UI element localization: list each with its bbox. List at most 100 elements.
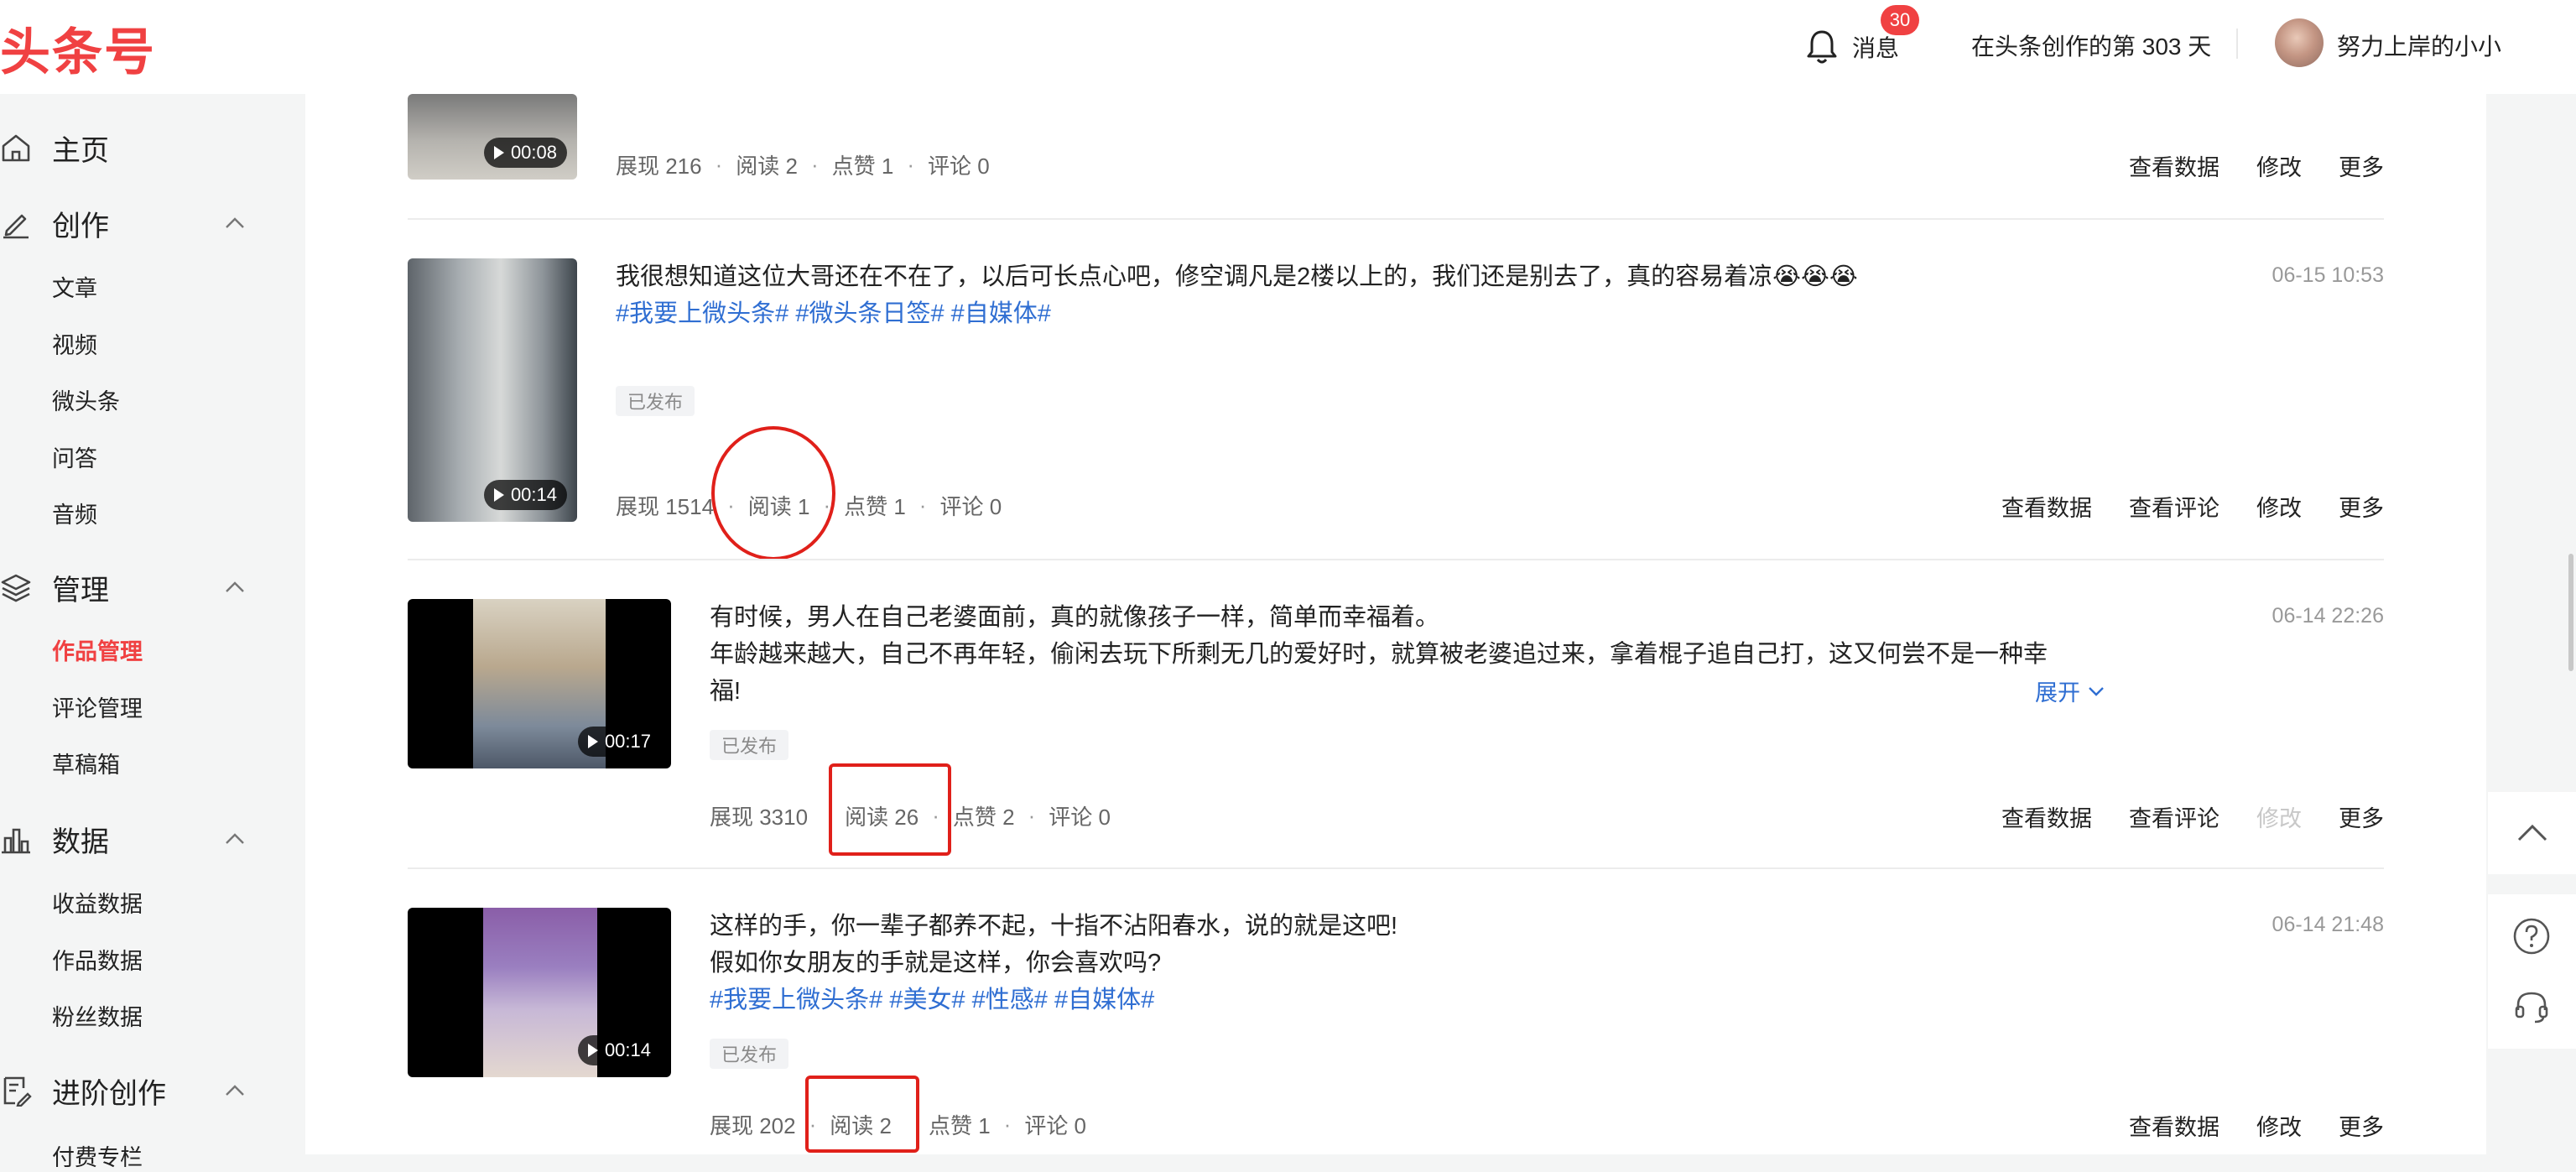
impressions: 展现 3310 [710, 805, 809, 830]
chevron-up-icon[interactable] [221, 826, 248, 852]
comments: 评论 0 [928, 154, 990, 179]
post-title[interactable]: 我很想知道这位大哥还在不在了，以后可长点心吧，修空调凡是2楼以上的，我们还是别去… [616, 258, 1958, 295]
post-tags[interactable]: #我要上微头条# #微头条日签# #自媒体# [616, 295, 1051, 332]
status-badge: 已发布 [616, 386, 695, 416]
sidebar-group-create[interactable]: 创作 [0, 198, 305, 248]
post-time: 06-14 21:48 [2272, 913, 2384, 936]
video-thumbnail[interactable]: 00:14 [408, 258, 577, 522]
sidebar-item-comments[interactable]: 评论管理 [52, 690, 143, 723]
edit-button[interactable]: 修改 [2256, 1109, 2302, 1142]
reads: 阅读 2 [736, 154, 798, 179]
post-actions: 查看数据 查看评论 修改 更多 [1965, 800, 2384, 833]
view-comments-button[interactable]: 查看评论 [2129, 490, 2220, 523]
username[interactable]: 努力上岸的小小 [2337, 29, 2501, 62]
layers-icon [1, 574, 31, 602]
home-icon [2, 134, 30, 162]
sidebar-item-work-data[interactable]: 作品数据 [52, 943, 143, 976]
sidebar-item-paid-column[interactable]: 付费专栏 [52, 1139, 143, 1172]
expand-button[interactable]: 展开 [2035, 675, 2107, 707]
divider [408, 218, 2384, 220]
divider [408, 559, 2384, 560]
creation-days: 在头条创作的第 303 天 [1971, 34, 2212, 60]
view-data-button[interactable]: 查看数据 [2129, 1109, 2220, 1142]
sidebar-label-advanced: 进阶创作 [52, 1077, 166, 1110]
avatar[interactable] [2275, 18, 2324, 67]
duration-badge: 00:08 [483, 138, 567, 168]
post-title[interactable]: 有时候，男人在自己老婆面前，真的就像孩子一样，简单而幸福着。 [710, 599, 2136, 636]
back-to-top-button[interactable] [2488, 792, 2576, 874]
works-list: 00:08 展现 216 · 阅读 2 · 点赞 1 · 评论 0 查看数据 修改 更… [305, 94, 2486, 1154]
post-time: 06-15 10:53 [2272, 263, 2384, 287]
comments: 评论 0 [1024, 1113, 1087, 1138]
play-icon [587, 735, 598, 748]
sidebar-item-qa[interactable]: 问答 [52, 440, 97, 473]
sidebar-item-video[interactable]: 视频 [52, 327, 97, 360]
sidebar-label-data: 数据 [52, 826, 109, 858]
sidebar-item-drafts[interactable]: 草稿箱 [52, 747, 120, 779]
chevron-up-icon [2517, 824, 2547, 841]
sidebar-label-create: 创作 [52, 210, 109, 242]
sidebar-item-article[interactable]: 文章 [52, 270, 97, 303]
more-button[interactable]: 更多 [2339, 800, 2384, 833]
scrollbar-thumb[interactable] [2568, 554, 2573, 671]
play-icon [587, 1044, 598, 1057]
impressions: 展现 1514 [616, 494, 715, 519]
post-stats: 展现 216 · 阅读 2 · 点赞 1 · 评论 0 [616, 149, 990, 180]
post-title[interactable]: 这样的手，你一辈子都养不起，十指不沾阳春水，说的就是这吧! [710, 908, 2136, 945]
headset-icon[interactable] [2511, 987, 2552, 1027]
sidebar-item-audio[interactable]: 音频 [52, 497, 97, 529]
duration-badge: 00:17 [577, 727, 661, 757]
expand-label: 展开 [2035, 680, 2080, 706]
view-data-button[interactable]: 查看数据 [2001, 800, 2092, 833]
annotation-rectangle [805, 1076, 919, 1153]
post-time: 06-14 22:26 [2272, 604, 2384, 628]
status-badge: 已发布 [710, 730, 789, 760]
annotation-circle [711, 426, 835, 560]
sidebar-item-fans[interactable]: 粉丝数据 [52, 999, 143, 1032]
chevron-up-icon[interactable] [221, 574, 248, 601]
comments: 评论 0 [939, 494, 1002, 519]
view-data-button[interactable]: 查看数据 [2129, 149, 2220, 182]
likes: 点赞 1 [831, 154, 894, 179]
chevron-up-icon[interactable] [221, 210, 248, 237]
post-body-line: 假如你女朋友的手就是这样，你会喜欢吗? [710, 950, 1162, 977]
post-actions: 查看数据 修改 更多 [2092, 149, 2384, 182]
view-data-button[interactable]: 查看数据 [2001, 490, 2092, 523]
messages-button[interactable]: 消息 30 [1802, 5, 1919, 72]
view-comments-button[interactable]: 查看评论 [2129, 800, 2220, 833]
top-bar: 头条号 消息 30 在头条创作的第 303 天 努力上岸的小小 [0, 0, 2576, 94]
bell-icon [1807, 30, 1837, 64]
duration-badge: 00:14 [483, 480, 567, 510]
post-actions: 查看数据 查看评论 修改 更多 [1965, 490, 2384, 523]
bar-chart-icon [2, 828, 30, 854]
logo[interactable]: 头条号 [0, 12, 156, 85]
edit-button[interactable]: 修改 [2256, 149, 2302, 182]
sidebar-group-advanced[interactable]: 进阶创作 [0, 1065, 305, 1116]
edit-button[interactable]: 修改 [2256, 490, 2302, 523]
play-icon [493, 488, 504, 502]
sidebar-label-manage: 管理 [52, 574, 109, 607]
document-edit-icon [3, 1076, 32, 1107]
question-icon[interactable] [2511, 916, 2552, 956]
video-thumbnail[interactable]: 00:17 [408, 599, 671, 768]
post-tags[interactable]: #我要上微头条# #美女# #性感# #自媒体# [710, 982, 1154, 1018]
sidebar-item-income[interactable]: 收益数据 [52, 886, 143, 919]
pen-icon [3, 214, 29, 239]
help-panel [2488, 894, 2576, 1049]
more-button[interactable]: 更多 [2339, 490, 2384, 523]
likes: 点赞 1 [928, 1113, 991, 1138]
chevron-up-icon[interactable] [221, 1077, 248, 1104]
more-button[interactable]: 更多 [2339, 149, 2384, 182]
sidebar-item-micro[interactable]: 微头条 [52, 383, 120, 416]
video-thumbnail[interactable]: 00:14 [408, 908, 671, 1077]
play-icon [493, 146, 504, 159]
sidebar-item-home[interactable]: 主页 [0, 122, 305, 173]
likes: 点赞 2 [952, 805, 1015, 830]
more-button[interactable]: 更多 [2339, 1109, 2384, 1142]
sidebar-group-data[interactable]: 数据 [0, 814, 305, 864]
impressions: 展现 216 [616, 154, 702, 179]
video-thumbnail[interactable]: 00:08 [408, 94, 577, 180]
sidebar-group-manage[interactable]: 管理 [0, 562, 305, 612]
sidebar: 主页 创作 文章 视频 微头条 问答 音频 管理 作品管理 评论管理 草稿箱 数… [0, 94, 305, 1170]
sidebar-item-works[interactable]: 作品管理 [52, 633, 143, 666]
